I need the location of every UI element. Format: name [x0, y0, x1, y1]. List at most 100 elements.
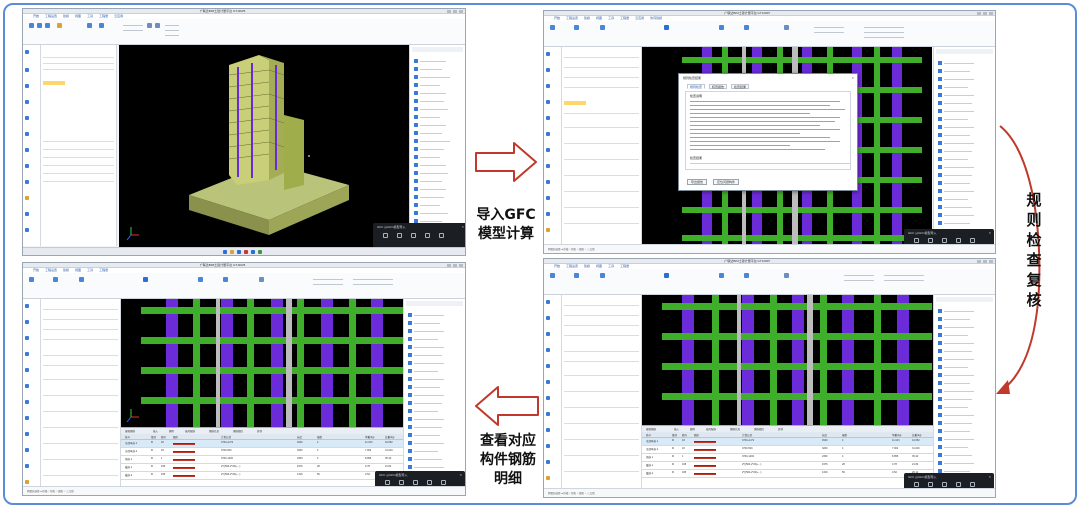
ribbon-toolbar — [544, 21, 995, 47]
ribbon-icon[interactable] — [719, 25, 724, 30]
3d-viewport[interactable] — [642, 295, 934, 425]
table-row[interactable]: 角筋.1 Ф 1 3700-1400 2300 4 8.855 35.42 — [121, 456, 405, 464]
component-list-panel — [562, 295, 642, 488]
nav-item[interactable] — [25, 163, 39, 169]
rebar-detail-table: 编辑钢筋 插入 删除 缩尺配筋 钢筋信息 钢筋图库 其他 筋号 级别 图号 图形… — [642, 425, 934, 491]
tab-rule-check[interactable]: 规则检查 — [687, 84, 706, 89]
ribbon-icon[interactable] — [155, 23, 160, 28]
table-row[interactable]: 角筋.1 Ф 1 3700-1400 2300 4 8.855 35.42 — [642, 454, 934, 462]
caption-rule-check: 规 则 检 查 复 核 — [1022, 190, 1046, 310]
ribbon-icon[interactable] — [784, 25, 789, 30]
edit-rebar-tab[interactable]: 编辑钢筋 — [125, 429, 135, 433]
nav-item[interactable] — [25, 195, 39, 201]
gfc-toolbar-title: GFC 从GFC模型导入 — [379, 473, 408, 477]
screenshot-rebar-detail-left: 广联达BIM土建计量平台 GTJ2025 开始 工程设置 建模 视图 工具 工程… — [22, 262, 466, 496]
status-text: 跨图层选择 ● 折线 ○ 矩形 ○ 圆形 ○ 三点弧 — [548, 248, 595, 251]
table-row[interactable]: 箍筋.2 Ф 195 2*((500-2*20)+...) 1316 56 0.52 … — [642, 470, 934, 478]
ribbon-icon[interactable] — [550, 25, 555, 30]
ribbon-icon[interactable] — [664, 25, 669, 30]
ribbon-icon[interactable] — [57, 23, 62, 28]
3d-viewport[interactable] — [119, 45, 409, 248]
other-button[interactable]: 其他 — [778, 427, 783, 431]
layer-tree-panel — [409, 45, 465, 246]
left-nav — [544, 47, 562, 244]
table-row[interactable]: 箍筋.1 Ф 195 2*((500-2*20)+...) 1976 28 0.78 … — [642, 462, 934, 470]
ribbon-toolbar — [23, 19, 465, 45]
building-model-render — [126, 55, 349, 241]
tab-result[interactable]: 检查结果 — [731, 84, 750, 89]
close-icon[interactable]: × — [852, 75, 854, 80]
caption-line: 复 — [1026, 271, 1042, 289]
ribbon-icon[interactable] — [87, 23, 92, 28]
table-row[interactable]: 全部纵筋.2 Ф 18 3700-500 3200 4 7.904 31.616 — [121, 448, 405, 456]
rebar-detail-table: 编辑钢筋 插入 删除 缩尺配筋 钢筋信息 钢筋图库 其他 筋号 级别 图号 图形… — [121, 427, 405, 489]
nav-item[interactable] — [25, 147, 39, 153]
scale-rebar-button[interactable]: 缩尺配筋 — [185, 429, 195, 433]
ribbon-icon[interactable] — [99, 23, 104, 28]
ribbon-toolbar — [544, 269, 995, 295]
rebar-info-button[interactable]: 钢筋信息 — [730, 427, 740, 431]
tab-report[interactable]: 核查报告 — [709, 84, 728, 89]
ribbon-toolbar — [23, 273, 465, 299]
component-list-panel — [41, 299, 121, 486]
selected-row[interactable] — [43, 81, 65, 85]
ribbon-icon[interactable] — [744, 25, 749, 30]
layer-tree-panel — [933, 47, 995, 244]
delete-button[interactable]: 删除 — [690, 427, 695, 431]
left-nav — [544, 295, 562, 488]
close-icon[interactable]: × — [989, 474, 991, 479]
window-buttons[interactable] — [447, 264, 463, 267]
caption-line: 查 — [1026, 251, 1042, 269]
table-row[interactable]: 箍筋.1 Ф 195 2*((500-2*20)+...) 1976 28 0.78 … — [121, 464, 405, 472]
ribbon-icon[interactable] — [574, 25, 579, 30]
scale-rebar-button[interactable]: 缩尺配筋 — [706, 427, 716, 431]
3d-viewport[interactable] — [121, 299, 405, 427]
window-buttons[interactable] — [977, 12, 993, 15]
nav-item[interactable] — [25, 67, 39, 73]
caption-view-rebar: 查看对应 构件钢筋 明细 — [470, 432, 546, 489]
caption-line: 则 — [1026, 211, 1042, 229]
ribbon-icon[interactable] — [45, 23, 50, 28]
table-row[interactable]: 全部纵筋.1 Ф 18 3700+41*d 4520 4 11.163 44.652 — [121, 440, 405, 448]
nav-item[interactable] — [25, 83, 39, 89]
edit-rebar-tab[interactable]: 编辑钢筋 — [646, 427, 656, 431]
rebar-library-button[interactable]: 钢筋图库 — [233, 429, 243, 433]
locate-component-button[interactable]: 定位问题构件 — [713, 179, 740, 185]
close-icon[interactable]: × — [989, 230, 991, 235]
rebar-library-button[interactable]: 钢筋图库 — [754, 427, 764, 431]
table-row[interactable]: 全部纵筋.1 Ф 18 3700+41*d 4520 4 11.163 44.652 — [642, 438, 934, 446]
export-report-button[interactable]: 导出报告 — [687, 179, 708, 185]
table-row[interactable]: 全部纵筋.2 Ф 18 3700-500 3200 4 7.904 31.616 — [642, 446, 934, 454]
caption-import: 导入GFC 模型计算 — [470, 206, 542, 244]
delete-button[interactable]: 删除 — [169, 429, 174, 433]
ribbon-icon[interactable] — [147, 23, 152, 28]
insert-button[interactable]: 插入 — [153, 429, 158, 433]
gfc-import-toolbar[interactable]: GFC 从GFC模型导入 × — [373, 223, 465, 247]
insert-button[interactable]: 插入 — [674, 427, 679, 431]
nav-item[interactable] — [25, 49, 39, 55]
ribbon-icon[interactable] — [37, 23, 42, 28]
nav-item[interactable] — [25, 211, 39, 217]
window-buttons[interactable] — [977, 260, 993, 263]
ribbon-icon[interactable] — [600, 25, 605, 30]
dialog-content: 检查说明 检查结果 — [685, 91, 851, 170]
arrow-right-icon — [475, 142, 537, 182]
close-icon[interactable]: × — [462, 224, 464, 229]
nav-item[interactable] — [25, 131, 39, 137]
window-title: 广联达BIM土建计量平台 GTJ2025 — [724, 11, 770, 15]
caption-line: 查看对应 — [480, 433, 536, 449]
status-text: 跨图层选择 ● 折线 ○ 矩形 ○ 圆形 ○ 三点弧 — [548, 492, 595, 495]
table-row[interactable]: 箍筋.2 Ф 195 2*((500-2*20)+...) 1316 56 0.52 … — [121, 472, 405, 480]
nav-item[interactable] — [25, 227, 39, 233]
other-button[interactable]: 其他 — [257, 429, 262, 433]
nav-item[interactable] — [25, 115, 39, 121]
nav-item[interactable] — [25, 179, 39, 185]
nav-item[interactable] — [25, 99, 39, 105]
rebar-info-button[interactable]: 钢筋信息 — [209, 429, 219, 433]
window-buttons[interactable] — [447, 10, 463, 13]
window-title: 广联达BIM土建计量平台 GTJ2025 — [724, 259, 770, 263]
ribbon-icon[interactable] — [29, 23, 34, 28]
caption-line: 规 — [1026, 191, 1042, 209]
close-icon[interactable]: × — [460, 472, 462, 477]
rule-check-dialog[interactable]: 规则检查结果 × 规则检查 核查报告 检查结果 检查说明 检查结果 导出报告 定… — [678, 73, 858, 191]
